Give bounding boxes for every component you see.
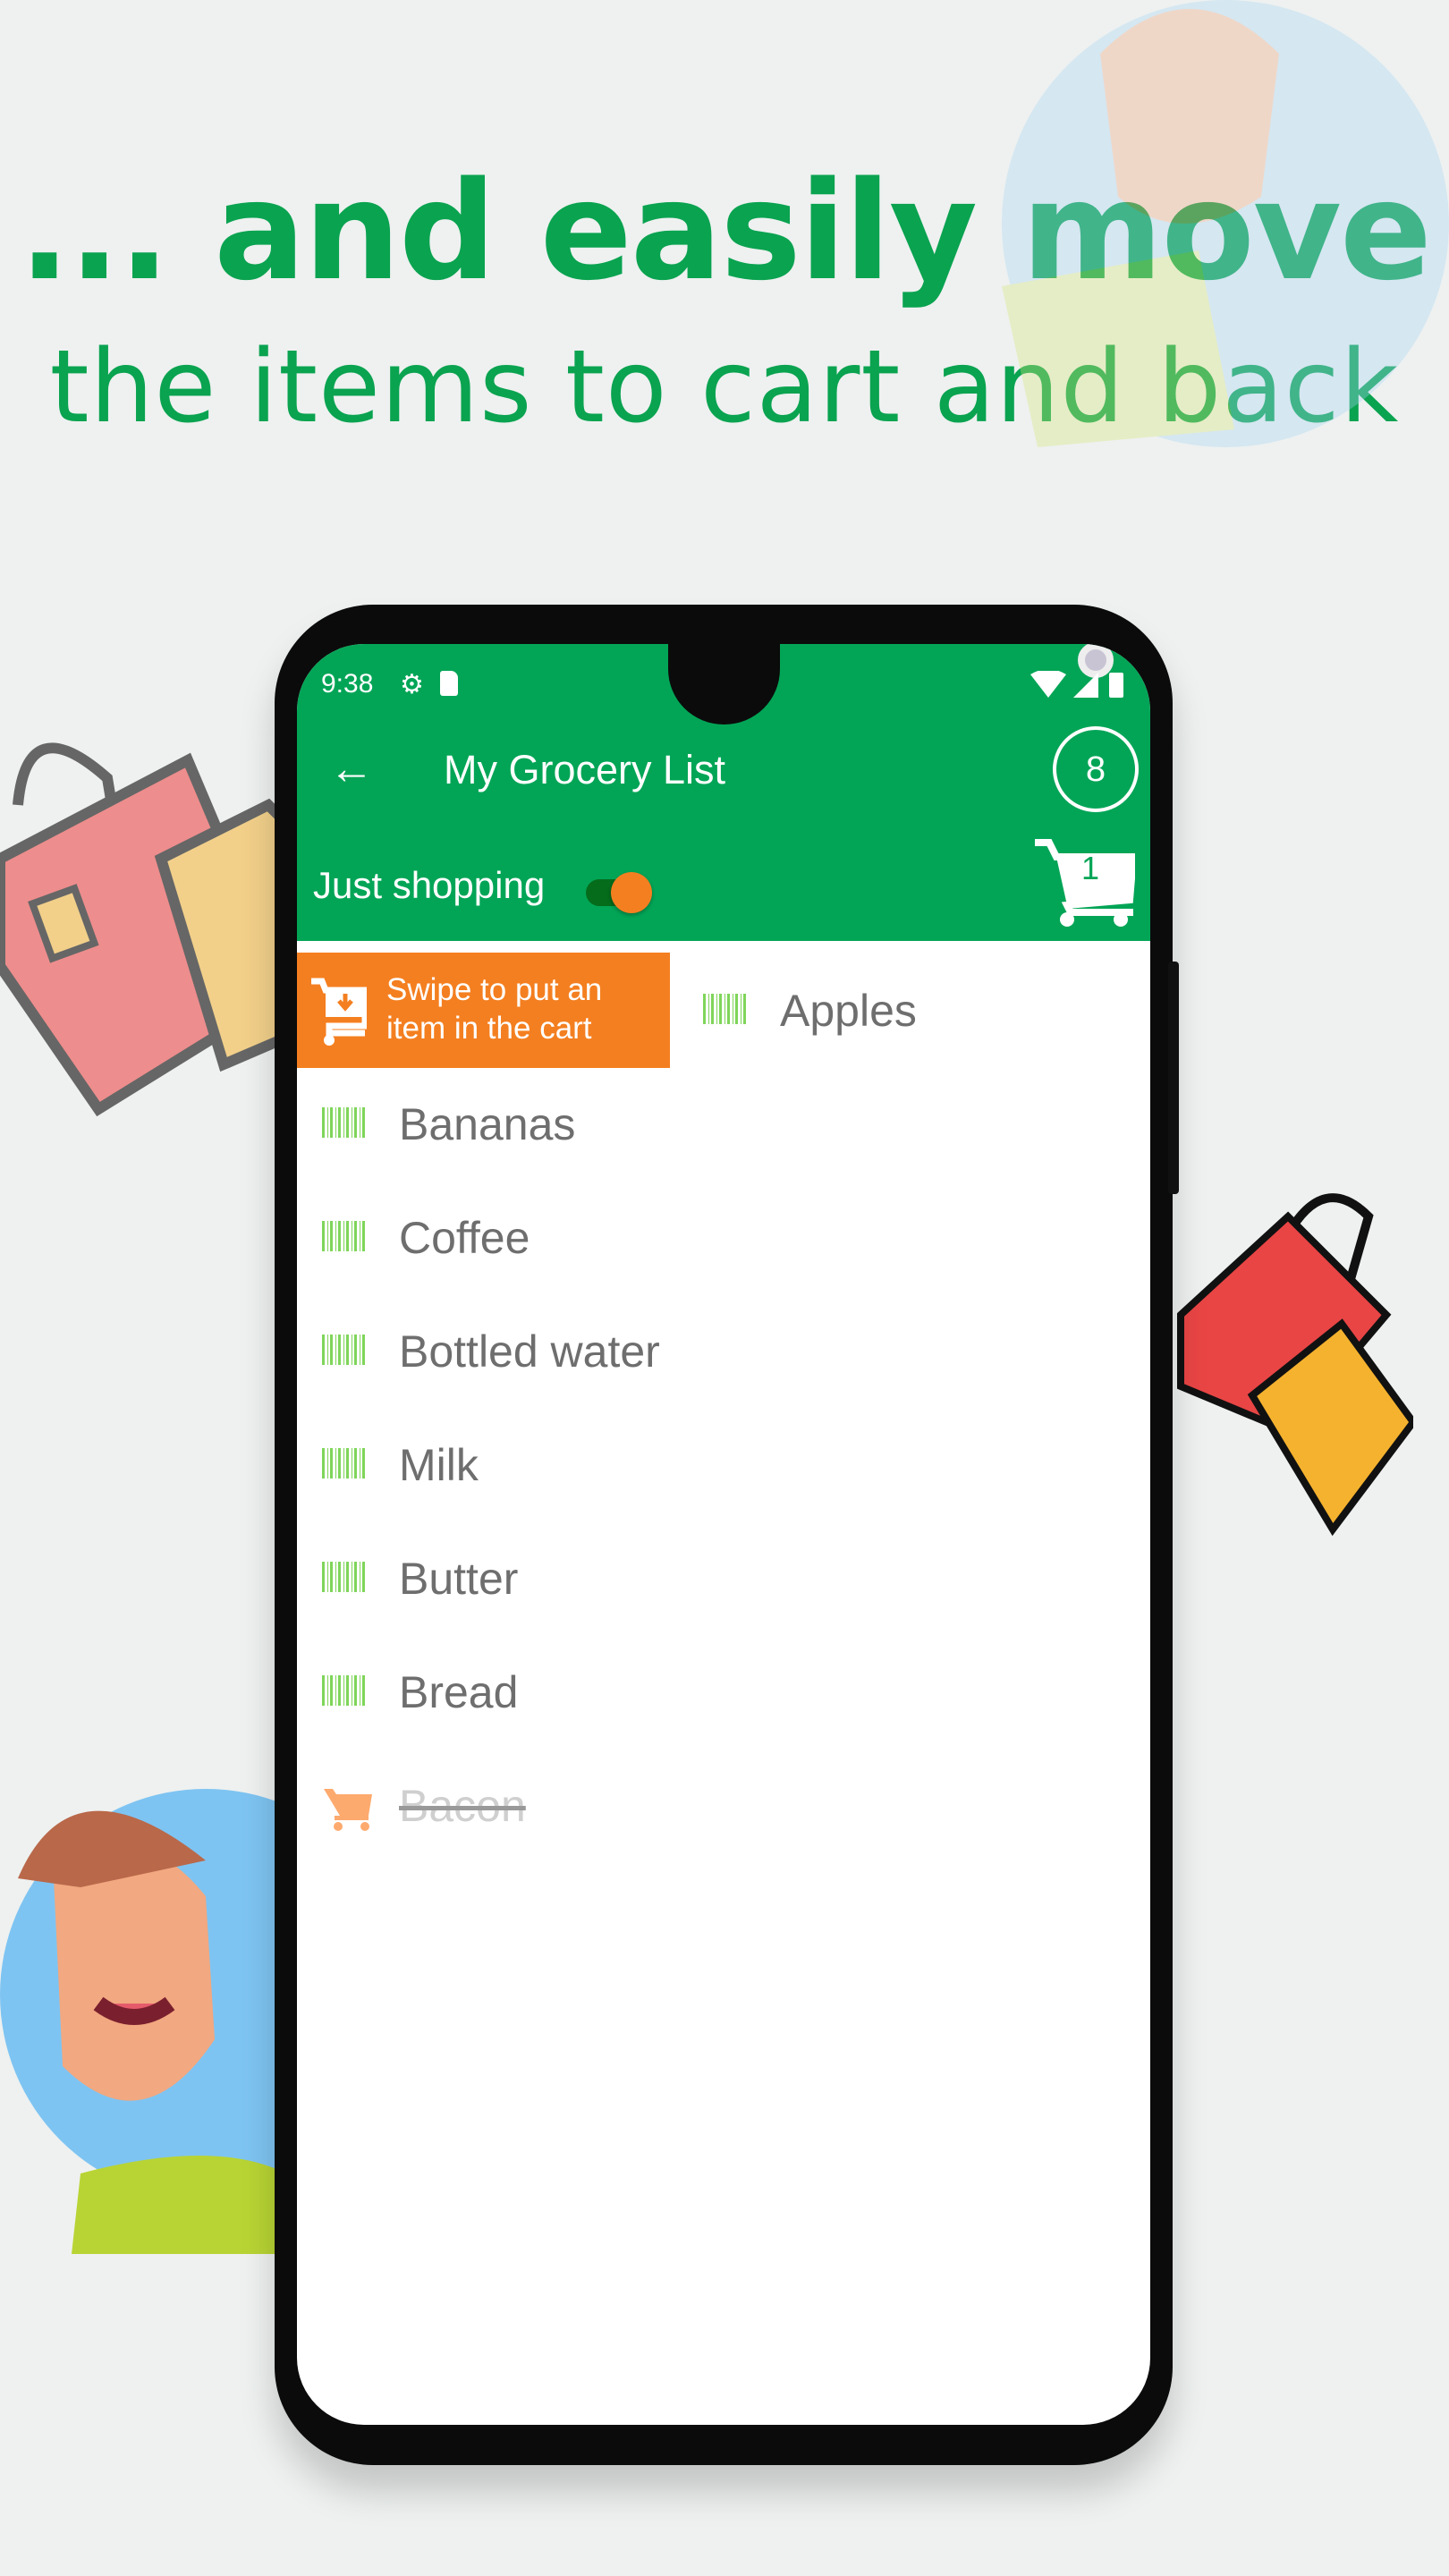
list-item[interactable]: Butter [297,1521,1150,1634]
barcode-icon [322,1335,368,1365]
just-shopping-toggle[interactable] [586,872,654,913]
barcode-icon [322,1562,368,1592]
list-item-in-cart[interactable]: Bacon [297,1748,1150,1861]
item-count-badge[interactable]: 8 [1053,726,1139,812]
barcode-icon [322,1107,368,1138]
signal-icon [1073,673,1098,698]
back-button[interactable]: ← [329,742,374,794]
list-item[interactable]: Coffee [297,1180,1150,1293]
swipe-hint: Swipe to put an item in the cart [297,953,670,1068]
item-name: Bread [399,1667,519,1717]
swipe-hint-line2: item in the cart [386,1011,592,1046]
item-name: Apples [780,986,917,1036]
item-name: Butter [399,1554,519,1604]
barcode-icon [322,1448,368,1479]
phone-side-button [1168,962,1179,1194]
shopper-illustration-top-right [1002,0,1449,447]
list-item[interactable]: Apples [678,953,1150,1066]
item-name: Bacon [399,1781,526,1831]
barcode-icon [322,1675,368,1706]
app-screen: 9:38 ⚙ ← My Grocery List 8 Just shopping… [297,644,1150,2425]
list-item[interactable]: Bread [297,1634,1150,1748]
list-item[interactable]: Bananas [297,1066,1150,1180]
list-item[interactable]: Bottled water [297,1293,1150,1407]
item-name: Bottled water [399,1326,660,1377]
sd-card-icon [440,671,458,696]
barcode-icon [703,994,749,1024]
barcode-icon [322,1221,368,1251]
camera-notch [668,644,1114,724]
battery-icon [1109,673,1123,698]
cart-put-icon [311,978,367,1046]
list-title: My Grocery List [444,747,726,792]
item-name: Milk [399,1440,479,1490]
item-name: Bananas [399,1099,576,1149]
settings-icon: ⚙ [400,670,424,699]
shopping-bags-illustration-right [1177,1193,1413,1537]
item-name: Coffee [399,1213,530,1263]
just-shopping-label: Just shopping [313,864,546,906]
in-cart-icon [324,1789,372,1831]
shopper-illustration-left [0,1789,286,2254]
wifi-icon [1030,671,1066,698]
shopping-bags-illustration-left [0,742,286,1117]
status-time: 9:38 [321,669,374,699]
list-item[interactable]: Milk [297,1407,1150,1521]
cart-count: 1 [1081,850,1100,886]
app-bar: 9:38 ⚙ ← My Grocery List 8 Just shopping… [297,644,1150,941]
swipe-hint-line1: Swipe to put an [386,972,603,1007]
status-icons [1030,671,1123,698]
